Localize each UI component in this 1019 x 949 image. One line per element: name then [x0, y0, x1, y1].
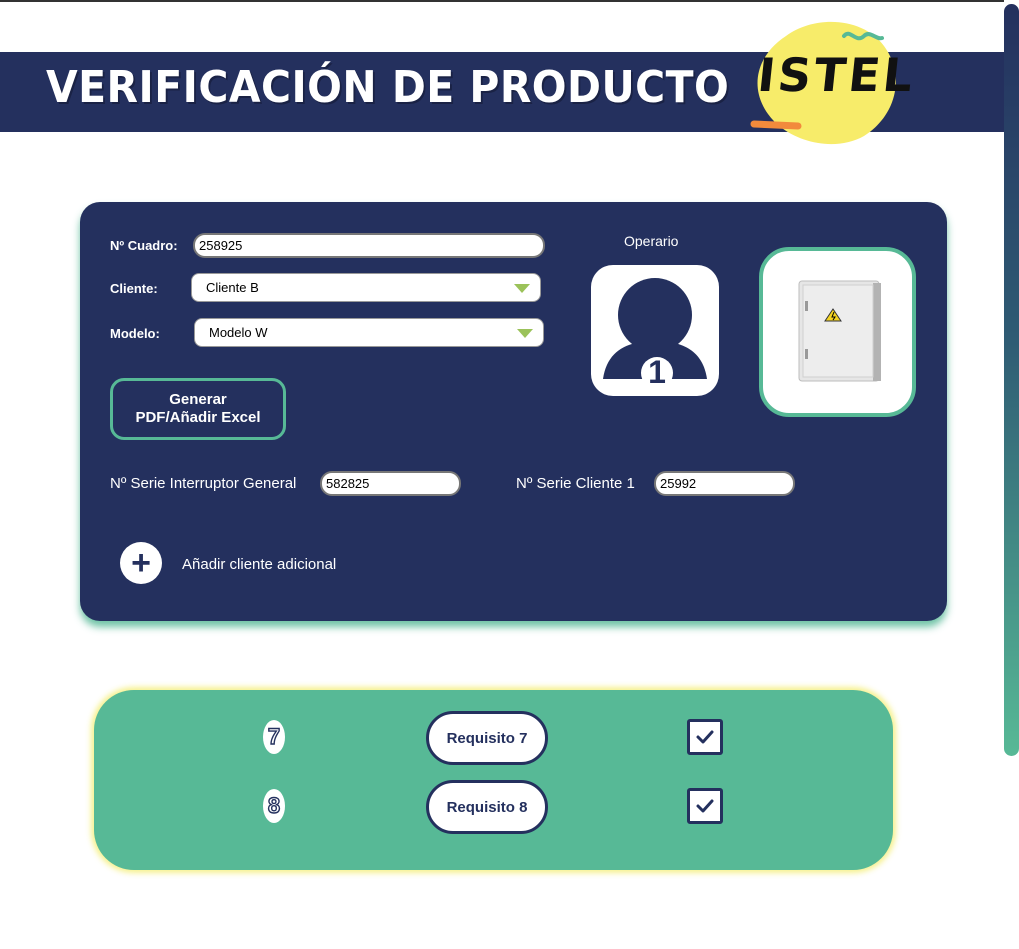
cuadro-input[interactable] — [193, 233, 545, 258]
checkmark-icon — [696, 799, 714, 813]
modelo-select-value: Modelo W — [209, 325, 268, 340]
product-image-card[interactable] — [759, 247, 916, 417]
cliente-select[interactable]: Cliente B — [191, 273, 541, 302]
requirement-number: 7 — [263, 720, 285, 754]
serie-interruptor-label: Nº Serie Interruptor General — [110, 475, 297, 492]
requirement-8-button[interactable]: Requisito 8 — [426, 780, 548, 834]
requirement-7-checkbox[interactable] — [687, 719, 723, 755]
page-title: VERIFICACIÓN DE PRODUCTO — [46, 62, 730, 113]
window-top-border — [0, 0, 1019, 2]
modelo-label: Modelo: — [110, 326, 160, 341]
add-client-button[interactable]: + — [120, 542, 162, 584]
generate-pdf-button[interactable]: Generar PDF/Añadir Excel — [110, 378, 286, 440]
serie-cliente-label: Nº Serie Cliente 1 — [516, 475, 635, 492]
chevron-down-icon — [514, 284, 530, 293]
scrollbar-thumb[interactable] — [1004, 4, 1019, 756]
checkmark-icon — [696, 730, 714, 744]
cuadro-label: Nº Cuadro: — [110, 238, 178, 253]
requirement-number: 8 — [263, 789, 285, 823]
serie-interruptor-input[interactable] — [320, 471, 461, 496]
serie-cliente-input[interactable] — [654, 471, 795, 496]
plus-icon: + — [131, 544, 151, 582]
modelo-select[interactable]: Modelo W — [194, 318, 544, 347]
cliente-select-value: Cliente B — [206, 280, 259, 295]
requirement-7-button[interactable]: Requisito 7 — [426, 711, 548, 765]
add-client-label[interactable]: Añadir cliente adicional — [182, 556, 336, 573]
requirement-8-checkbox[interactable] — [687, 788, 723, 824]
logo-text: ISTEL — [755, 48, 919, 102]
cliente-label: Cliente: — [110, 281, 158, 296]
operator-title: Operario — [624, 233, 679, 249]
chevron-down-icon — [517, 329, 533, 338]
electrical-cabinet-image — [798, 280, 881, 382]
operator-number: 1 — [648, 354, 666, 390]
